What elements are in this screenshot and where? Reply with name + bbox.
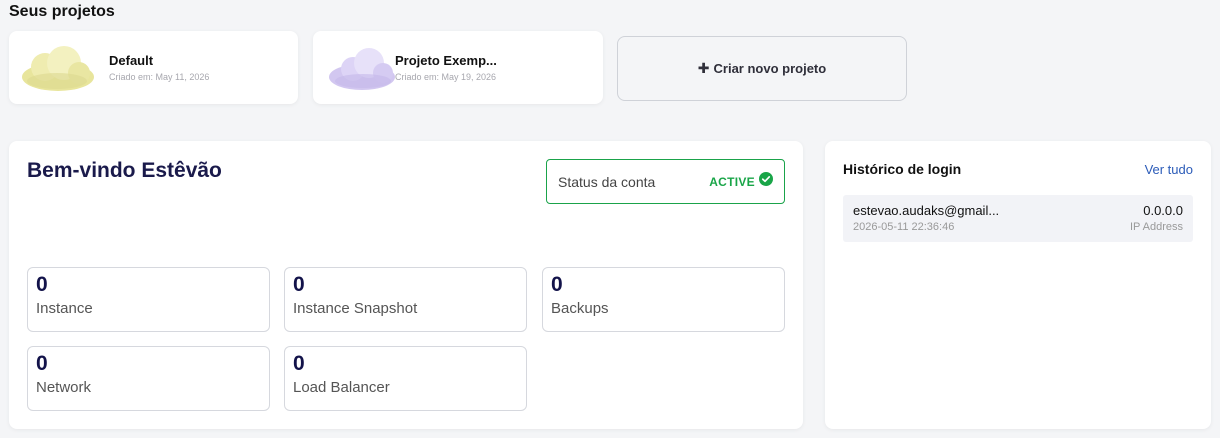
project-name: Projeto Exemp... (395, 53, 497, 68)
project-card-default[interactable]: Default Criado em: May 11, 2026 (9, 31, 298, 104)
login-ip-label: IP Address (1130, 221, 1183, 233)
stat-value: 0 (36, 352, 48, 375)
project-name: Default (109, 53, 154, 68)
stat-instance-snapshot[interactable]: 0 Instance Snapshot (284, 267, 527, 332)
login-email: estevao.audaks@gmail... (853, 203, 1000, 218)
project-card-exemplo[interactable]: Projeto Exemp... Criado em: May 19, 2026 (313, 31, 603, 104)
stat-label: Instance Snapshot (293, 300, 418, 317)
stat-value: 0 (551, 273, 563, 296)
project-created-date: Criado em: May 19, 2026 (395, 72, 497, 82)
stat-load-balancer[interactable]: 0 Load Balancer (284, 346, 527, 411)
account-status-value: ACTIVE (709, 174, 755, 189)
login-history-panel: Histórico de login Ver tudo estevao.auda… (825, 141, 1211, 429)
create-project-label: Criar novo projeto (713, 61, 827, 76)
stat-label: Network (36, 379, 92, 396)
stat-label: Backups (551, 300, 609, 317)
login-history-row: estevao.audaks@gmail... 2026-05-11 22:36… (843, 195, 1193, 242)
account-status-label: Status da conta (558, 173, 656, 190)
see-all-link[interactable]: Ver tudo (1145, 162, 1193, 177)
login-ip: 0.0.0.0 (1143, 203, 1183, 218)
welcome-panel: Bem-vindo Estêvão Status da conta ACTIVE… (9, 141, 803, 429)
login-timestamp: 2026-05-11 22:36:46 (853, 221, 955, 233)
create-project-button[interactable]: ✚ Criar novo projeto (617, 36, 907, 101)
stat-value: 0 (293, 273, 305, 296)
check-circle-icon (759, 172, 773, 191)
plus-icon: ✚ (697, 60, 710, 76)
projects-section-title: Seus projetos (9, 3, 115, 20)
stat-value: 0 (293, 352, 305, 375)
account-status-box: Status da conta ACTIVE (546, 159, 785, 204)
stat-value: 0 (36, 273, 48, 296)
project-created-date: Criado em: May 11, 2026 (109, 72, 210, 82)
stat-label: Load Balancer (293, 379, 390, 396)
cloud-icon (19, 43, 97, 98)
cloud-icon (323, 43, 401, 98)
stat-instance[interactable]: 0 Instance (27, 267, 270, 332)
welcome-title: Bem-vindo Estêvão (27, 159, 222, 182)
stat-backups[interactable]: 0 Backups (542, 267, 785, 332)
stat-network[interactable]: 0 Network (27, 346, 270, 411)
stat-label: Instance (36, 300, 93, 317)
login-history-title: Histórico de login (843, 161, 962, 177)
